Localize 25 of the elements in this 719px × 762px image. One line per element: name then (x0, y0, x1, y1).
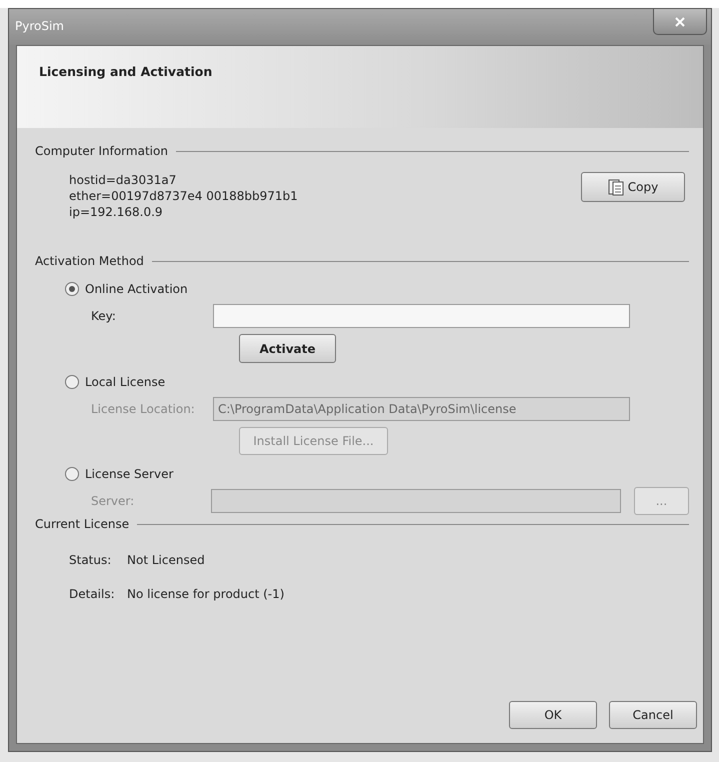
radio-label[interactable]: Online Activation (85, 282, 188, 296)
radio-button[interactable] (65, 282, 79, 296)
header-title: Licensing and Activation (39, 64, 212, 79)
computer-info-line: hostid=da3031a7 (69, 172, 178, 188)
field-label: Key: (91, 309, 117, 323)
close-button[interactable] (653, 9, 707, 35)
field-label: License Location: (91, 402, 196, 416)
dialog-button[interactable]: OK (509, 701, 597, 729)
dialog-button[interactable]: Cancel (609, 701, 697, 729)
section-heading: Current License (35, 517, 130, 531)
license-field-label: Details: (69, 587, 116, 601)
action-button[interactable]: Activate (239, 334, 336, 363)
text-field[interactable] (213, 304, 630, 328)
license-field-label: Status: (69, 553, 112, 567)
computer-info-line: ip=192.168.0.9 (69, 204, 164, 220)
clipboard-icon (608, 178, 624, 196)
computer-info-line: ether=00197d8737e4 00188bb971b1 (69, 188, 298, 204)
window-title: PyroSim (15, 19, 64, 33)
license-field-value: No license for product (-1) (127, 587, 284, 601)
license-field-value: Not Licensed (127, 553, 205, 567)
section-heading: Computer Information (35, 144, 168, 158)
section-heading: Activation Method (35, 254, 144, 268)
copy-button[interactable]: Copy (581, 172, 685, 202)
field-label: Server: (91, 494, 136, 508)
close-icon (675, 16, 685, 26)
